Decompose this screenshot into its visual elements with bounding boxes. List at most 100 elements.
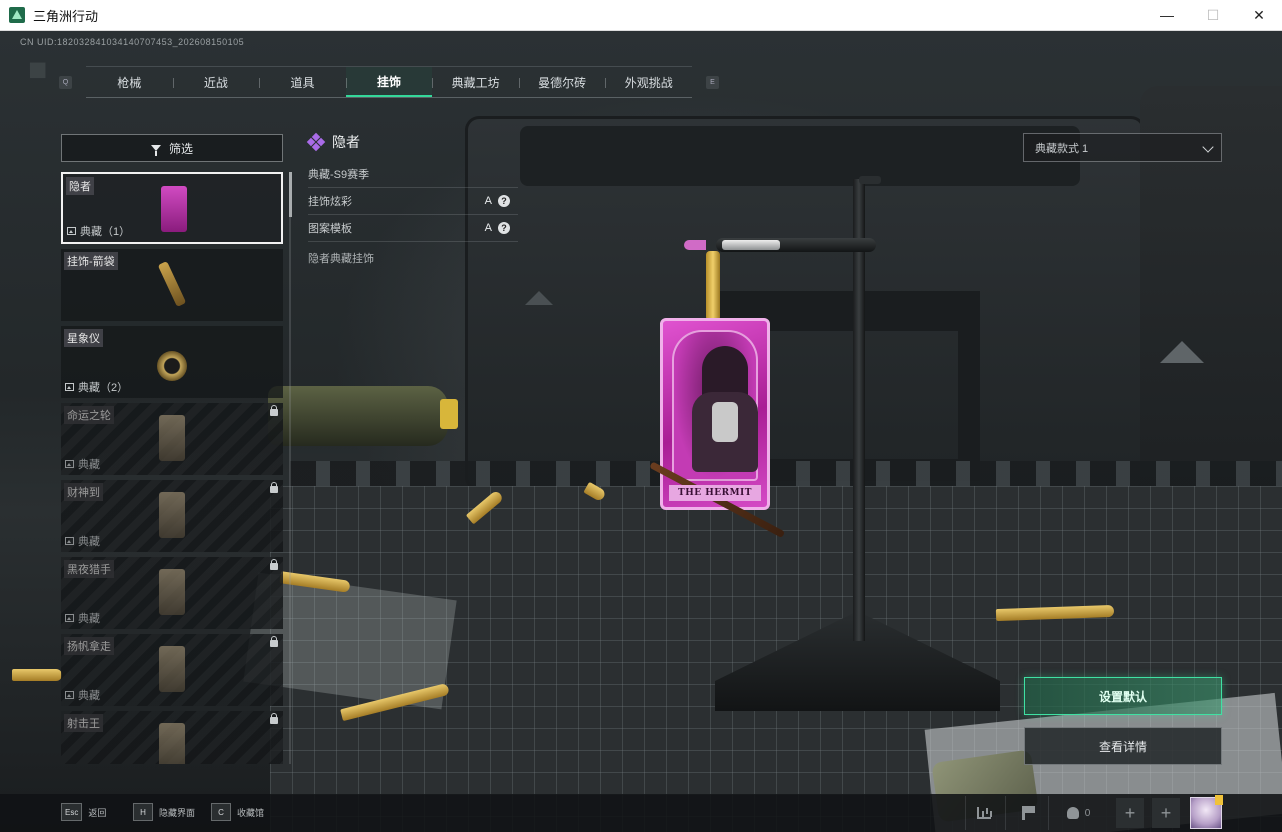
item-collection-tag: 典藏	[65, 687, 100, 703]
charm-thumbnail	[161, 186, 187, 232]
prev-tab-key[interactable]: Q	[59, 76, 72, 89]
flag-button[interactable]	[1005, 796, 1041, 830]
add-button[interactable]: +	[1116, 798, 1144, 828]
add-button[interactable]: +	[1152, 798, 1180, 828]
tab-mandel-brick[interactable]: 曼德尔砖	[518, 67, 606, 97]
variant-select[interactable]: 典藏款式 1	[1023, 133, 1222, 162]
hint-label: 收藏馆	[237, 807, 265, 818]
variant-select-value: 典藏款式 1	[1035, 142, 1089, 155]
next-tab-key[interactable]: E	[706, 76, 719, 89]
friends-count: 0	[1084, 807, 1091, 819]
charm-card-title: THE HERMIT	[669, 485, 761, 501]
tab-collection-workshop[interactable]: 典藏工坊	[432, 67, 519, 97]
list-item[interactable]: 财神到 典藏	[61, 480, 283, 552]
stats-icon	[976, 807, 991, 819]
help-icon[interactable]: ?	[498, 222, 510, 234]
item-name: 隐者	[66, 177, 94, 195]
charm-preview[interactable]: THE HERMIT	[649, 318, 786, 539]
display-stand-tip	[684, 240, 706, 250]
hint-key: C	[211, 803, 231, 821]
list-item[interactable]: 隐者 典藏（1）	[61, 172, 283, 244]
item-collection-tag: 典藏（1）	[67, 223, 130, 239]
hint-back[interactable]: Esc 返回	[61, 803, 106, 821]
bottle-cap-prop	[440, 399, 458, 429]
item-name: 财神到	[64, 483, 103, 501]
title-bar: 三角洲行动 — ☐ ✕	[0, 0, 1282, 31]
bottom-bar: Esc 返回 H 隐藏界面 C 收藏馆 0 + +	[0, 794, 1282, 832]
list-item[interactable]: 射击王	[61, 711, 283, 764]
item-name: 挂饰-箭袋	[64, 252, 118, 270]
rarity-diamond-icon	[306, 132, 326, 152]
game-window: 三角洲行动 — ☐ ✕ THE HERMIT CN UID:1820328410…	[0, 0, 1282, 832]
filter-button[interactable]: 筛选	[61, 134, 283, 162]
list-item[interactable]: 命运之轮 典藏	[61, 403, 283, 475]
charm-thumbnail	[159, 723, 185, 764]
attribute-grade: A	[484, 195, 492, 207]
display-stand-sleeve	[722, 240, 780, 250]
view-details-button[interactable]: 查看详情	[1024, 727, 1222, 765]
item-tag-text: 典藏（1）	[80, 226, 131, 238]
charm-figure-armor	[712, 402, 738, 442]
list-item[interactable]: 黑夜猎手 典藏	[61, 557, 283, 629]
hint-label: 返回	[88, 807, 107, 818]
hint-key: Esc	[61, 803, 83, 821]
item-tag-text: 典藏	[78, 613, 100, 625]
friends-button[interactable]: 0	[1048, 796, 1108, 830]
detail-attribute-row: 挂饰炫彩 A ?	[308, 188, 518, 215]
filter-icon	[150, 145, 161, 156]
weapon-case-lid	[520, 126, 1080, 186]
lock-icon	[270, 482, 278, 493]
item-name: 星象仪	[64, 329, 103, 347]
detail-item-name: 隐者	[332, 134, 360, 150]
list-scrollbar-thumb[interactable]	[289, 172, 292, 217]
image-icon	[65, 691, 74, 699]
case-chevron-icon	[1160, 341, 1204, 363]
avatar[interactable]	[1190, 795, 1223, 829]
list-item[interactable]: 星象仪 典藏（2）	[61, 326, 283, 398]
lock-icon	[270, 405, 278, 416]
item-collection-tag: 典藏（2）	[65, 379, 128, 395]
item-tag-text: 典藏	[78, 690, 100, 702]
detail-season: 典藏-S9赛季	[308, 169, 370, 181]
tab-charms[interactable]: 挂饰	[345, 67, 433, 97]
tab-melee[interactable]: 近战	[172, 67, 260, 97]
maximize-button[interactable]: ☐	[1190, 0, 1236, 30]
lock-icon	[270, 713, 278, 724]
charm-card-frame	[672, 330, 758, 481]
tab-items[interactable]: 道具	[259, 67, 346, 97]
charm-thumbnail	[159, 415, 185, 461]
window-controls: — ☐ ✕	[1144, 0, 1282, 30]
list-item[interactable]: 挂饰-箭袋	[61, 249, 283, 321]
game-scene: THE HERMIT CN UID:182032841034140707453_…	[0, 31, 1282, 832]
bullet-prop	[12, 669, 62, 681]
item-detail-panel: 隐者 典藏-S9赛季 挂饰炫彩 A ? 图案模板 A ? 隐者典藏挂饰	[306, 131, 518, 266]
stats-button[interactable]	[965, 796, 1001, 830]
item-collection-tag: 典藏	[65, 533, 100, 549]
item-tag-text: 典藏	[78, 536, 100, 548]
charm-list: 隐者 典藏（1） 挂饰-箭袋 星象仪 典藏（2） 命运之轮 典藏 财神到 典藏 …	[61, 172, 283, 764]
minimize-button[interactable]: —	[1144, 0, 1190, 30]
charm-thumbnail	[157, 261, 187, 307]
hint-hide-ui[interactable]: H 隐藏界面	[133, 803, 195, 821]
hint-collection-hall[interactable]: C 收藏馆	[211, 803, 264, 821]
hint-key: H	[133, 803, 153, 821]
item-name: 黑夜猎手	[64, 560, 114, 578]
image-icon	[67, 227, 76, 235]
list-item[interactable]: 扬帆拿走 典藏	[61, 634, 283, 706]
help-icon[interactable]: ?	[498, 195, 510, 207]
image-icon	[65, 537, 74, 545]
friends-icon	[1066, 807, 1079, 819]
item-tag-text: 典藏	[78, 459, 100, 471]
item-collection-tag: 典藏	[65, 456, 100, 472]
close-button[interactable]: ✕	[1236, 0, 1282, 30]
notification-badge	[1215, 795, 1223, 805]
set-default-button[interactable]: 设置默认	[1024, 677, 1222, 715]
list-scrollbar-track[interactable]	[289, 172, 291, 764]
attribute-grade: A	[484, 222, 492, 234]
item-name: 命运之轮	[64, 406, 114, 424]
lock-icon	[270, 559, 278, 570]
tab-guns[interactable]: 枪械	[86, 67, 173, 97]
hint-label: 隐藏界面	[159, 807, 196, 818]
tab-cosmetic-challenge[interactable]: 外观挑战	[605, 67, 692, 97]
charm-thumbnail	[159, 646, 185, 692]
